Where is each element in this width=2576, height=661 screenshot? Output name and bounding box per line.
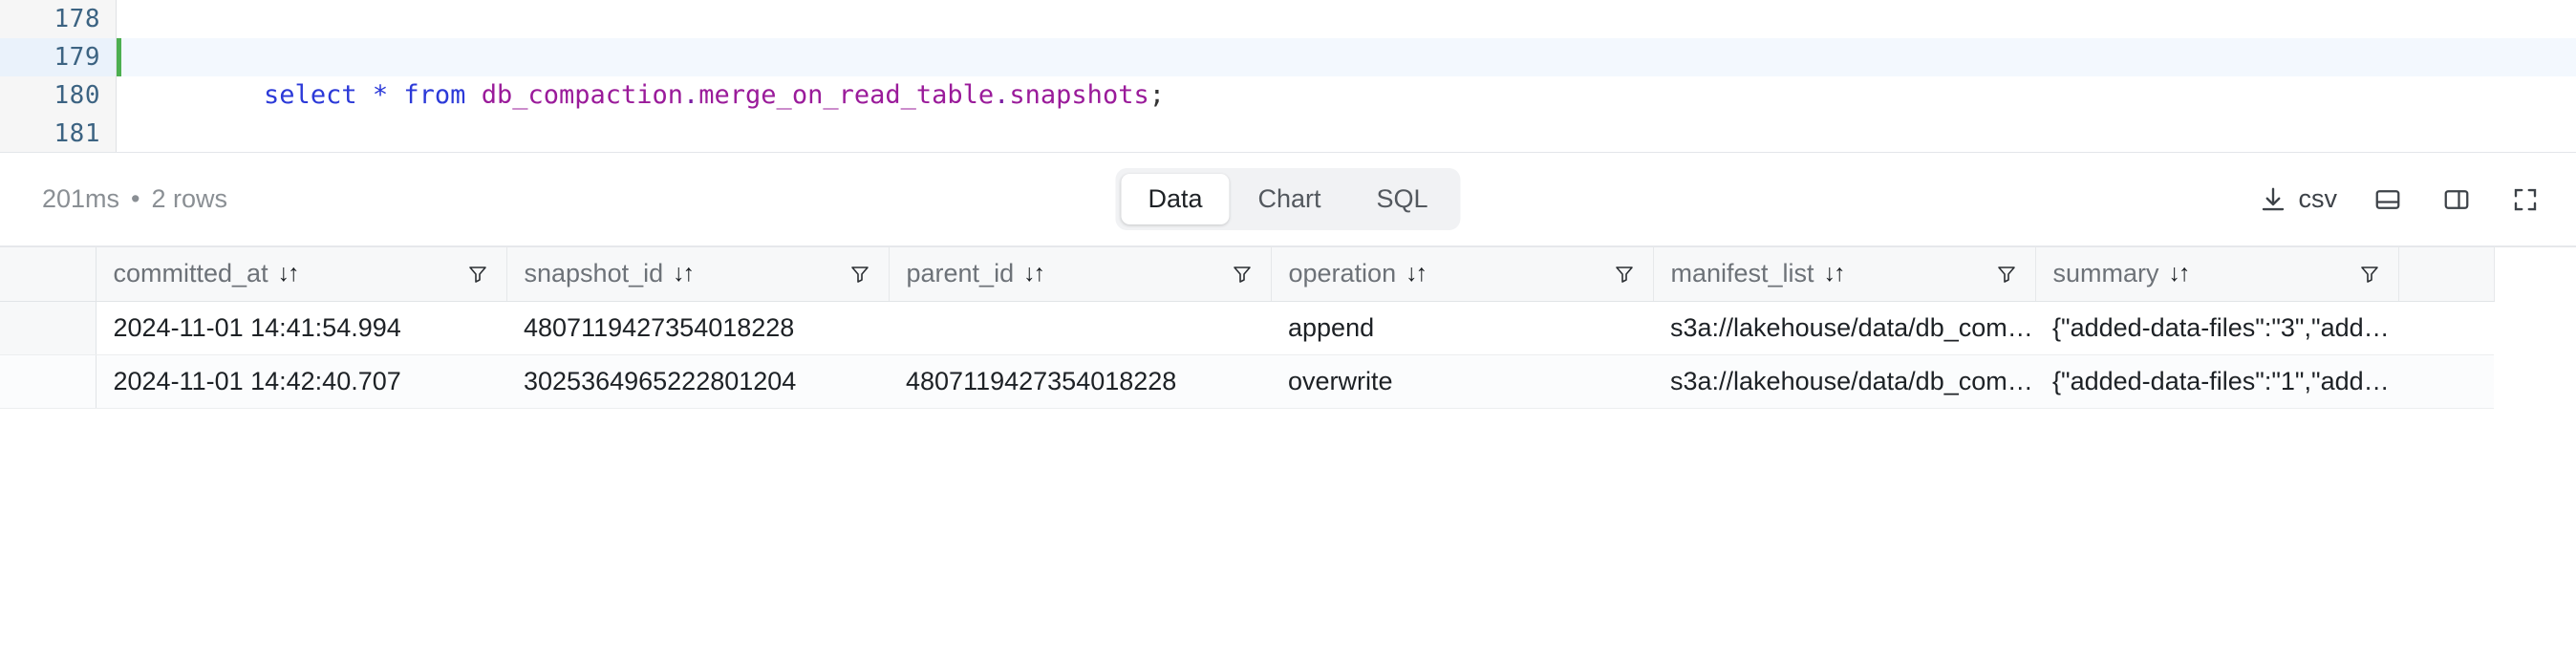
sql-semicolon: ; — [1148, 80, 1165, 110]
cell-manifest-list[interactable]: s3a://lakehouse/data/db_com… — [1653, 354, 2035, 409]
sql-dot: . — [994, 80, 1010, 110]
cell-parent-id[interactable] — [889, 301, 1271, 355]
column-header-snapshot-id[interactable]: snapshot_id ↓↑ — [506, 247, 890, 302]
row-selector[interactable] — [0, 301, 97, 355]
cell-snapshot-id[interactable]: 4807119427354018228 — [506, 301, 889, 355]
gutter-line: 180 — [0, 76, 116, 115]
csv-export-button[interactable]: csv — [2259, 184, 2338, 214]
column-header-manifest-list[interactable]: manifest_list ↓↑ — [1653, 247, 2036, 302]
cell-manifest-list[interactable]: s3a://lakehouse/data/db_com… — [1653, 301, 2035, 355]
editor-line-number-gutter: 178 179 180 181 — [0, 0, 117, 152]
query-stats: 201ms • 2 rows — [42, 184, 227, 214]
text-caret — [117, 38, 121, 76]
column-header-operation[interactable]: operation ↓↑ — [1271, 247, 1654, 302]
cell-operation[interactable]: overwrite — [1271, 354, 1653, 409]
cell-summary[interactable]: {"added-data-files":"3","add… — [2035, 301, 2398, 355]
row-selector[interactable] — [0, 354, 97, 409]
sort-icon[interactable]: ↓↑ — [1023, 260, 1045, 288]
filter-icon[interactable] — [1231, 263, 1254, 286]
filter-icon[interactable] — [466, 263, 489, 286]
sort-icon[interactable]: ↓↑ — [278, 260, 300, 288]
panel-bottom-icon[interactable] — [2370, 181, 2406, 218]
table-body: 2024-11-01 14:41:54.994 4807119427354018… — [0, 301, 2494, 409]
code-line-178[interactable] — [117, 0, 2576, 38]
sql-keyword-from: from — [403, 80, 466, 110]
cell-snapshot-id[interactable]: 3025364965222801204 — [506, 354, 889, 409]
line-number: 181 — [54, 119, 100, 148]
filter-icon[interactable] — [848, 263, 871, 286]
cell-committed-at[interactable]: 2024-11-01 14:41:54.994 — [96, 301, 506, 355]
gutter-line-active: 179 — [0, 38, 116, 76]
sql-schema-name: db_compaction — [481, 80, 684, 110]
filter-icon[interactable] — [1613, 263, 1636, 286]
line-number: 180 — [54, 81, 100, 110]
gutter-line: 181 — [0, 115, 116, 153]
column-label: manifest_list — [1670, 259, 1814, 288]
column-header-summary[interactable]: summary ↓↑ — [2035, 247, 2399, 302]
csv-label: csv — [2298, 184, 2338, 213]
column-header-spacer — [2398, 247, 2495, 302]
stats-separator: • — [131, 184, 140, 213]
row-selector-header — [0, 247, 97, 302]
header-row: committed_at ↓↑ snapshot_id ↓↑ parent_id… — [0, 247, 2495, 302]
gutter-line: 178 — [0, 0, 116, 38]
line-number: 178 — [54, 5, 100, 33]
code-line-181[interactable] — [117, 115, 2576, 153]
filter-icon[interactable] — [1995, 263, 2018, 286]
sql-keyword-select: select — [264, 80, 357, 110]
sql-table-name: merge_on_read_table — [698, 80, 995, 110]
panel-right-icon[interactable] — [2438, 181, 2475, 218]
column-header-parent-id[interactable]: parent_id ↓↑ — [889, 247, 1272, 302]
sql-star: * — [372, 80, 389, 110]
fullscreen-icon[interactable] — [2507, 181, 2544, 218]
cell-committed-at[interactable]: 2024-11-01 14:42:40.707 — [96, 354, 506, 409]
editor-code-area[interactable]: select * from db_compaction.merge_on_rea… — [117, 0, 2576, 152]
query-duration: 201ms — [42, 184, 120, 213]
cell-parent-id[interactable]: 4807119427354018228 — [889, 354, 1271, 409]
table-header: committed_at ↓↑ snapshot_id ↓↑ parent_id… — [0, 247, 2495, 302]
results-toolbar: 201ms • 2 rows Data Chart SQL csv — [0, 153, 2576, 246]
sort-icon[interactable]: ↓↑ — [2169, 260, 2191, 288]
result-grid[interactable]: committed_at ↓↑ snapshot_id ↓↑ parent_id… — [0, 246, 2576, 661]
result-table: committed_at ↓↑ snapshot_id ↓↑ parent_id… — [0, 247, 2495, 409]
sort-icon[interactable]: ↓↑ — [673, 260, 695, 288]
table-row[interactable]: 2024-11-01 14:41:54.994 4807119427354018… — [0, 301, 2494, 355]
column-label: summary — [2052, 259, 2159, 288]
sql-metadata-table: snapshots — [1009, 80, 1149, 110]
query-row-count: 2 rows — [151, 184, 228, 213]
column-label: committed_at — [113, 259, 268, 288]
sql-dot: . — [683, 80, 699, 110]
result-view-tabs[interactable]: Data Chart SQL — [1115, 168, 1461, 230]
sort-icon[interactable]: ↓↑ — [1824, 260, 1846, 288]
code-line-179[interactable]: select * from db_compaction.merge_on_rea… — [117, 38, 2576, 110]
tab-data[interactable]: Data — [1121, 174, 1230, 224]
cell-spacer — [2398, 301, 2494, 355]
column-label: operation — [1288, 259, 1397, 288]
sql-editor[interactable]: 178 179 180 181 select * from db_compact… — [0, 0, 2576, 153]
sort-icon[interactable]: ↓↑ — [1406, 260, 1428, 288]
column-label: snapshot_id — [524, 259, 664, 288]
table-row[interactable]: 2024-11-01 14:42:40.707 3025364965222801… — [0, 354, 2494, 409]
download-icon — [2259, 185, 2287, 214]
line-number-active: 179 — [0, 38, 116, 76]
sql-query-result-panel: 178 179 180 181 select * from db_compact… — [0, 0, 2576, 661]
filter-icon[interactable] — [2358, 263, 2381, 286]
tab-sql[interactable]: SQL — [1350, 174, 1455, 224]
toolbar-actions: csv — [2259, 181, 2544, 218]
tab-chart[interactable]: Chart — [1231, 174, 1347, 224]
column-label: parent_id — [906, 259, 1015, 288]
cell-operation[interactable]: append — [1271, 301, 1653, 355]
cell-spacer — [2398, 354, 2494, 409]
column-header-committed-at[interactable]: committed_at ↓↑ — [96, 247, 507, 302]
cell-summary[interactable]: {"added-data-files":"1","add… — [2035, 354, 2398, 409]
